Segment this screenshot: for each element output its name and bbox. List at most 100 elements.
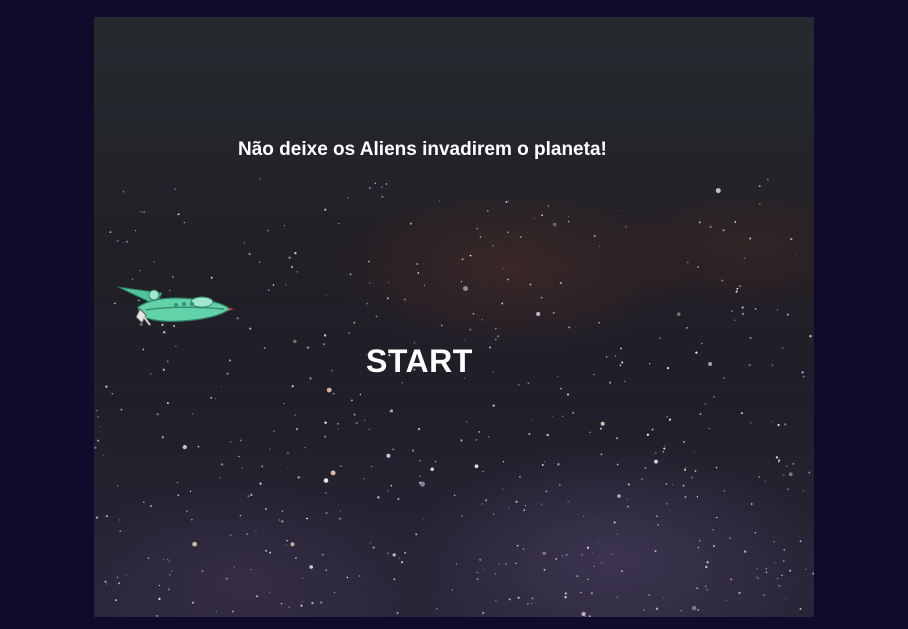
star xyxy=(158,597,161,601)
star xyxy=(663,597,665,599)
star xyxy=(805,568,807,570)
star xyxy=(167,588,170,591)
star xyxy=(694,470,697,472)
star xyxy=(522,548,525,550)
star xyxy=(401,382,403,384)
star xyxy=(323,478,329,483)
star xyxy=(531,602,533,604)
star xyxy=(363,477,366,480)
star xyxy=(801,371,804,374)
star xyxy=(374,182,377,185)
star xyxy=(243,242,245,244)
star xyxy=(304,446,306,449)
game-canvas[interactable]: Não deixe os Aliens invadirem o planeta!… xyxy=(94,17,814,617)
star xyxy=(337,423,339,425)
star xyxy=(621,361,624,364)
star xyxy=(177,494,180,497)
star xyxy=(347,197,349,199)
star xyxy=(557,375,559,378)
star xyxy=(567,216,569,218)
star xyxy=(291,385,294,388)
star xyxy=(517,384,520,386)
star xyxy=(167,558,169,560)
star xyxy=(616,533,619,536)
star xyxy=(469,254,472,257)
star xyxy=(651,428,654,431)
star xyxy=(288,606,290,608)
star xyxy=(533,217,535,219)
star xyxy=(149,504,153,508)
star xyxy=(297,476,300,479)
star xyxy=(255,530,257,532)
star xyxy=(620,347,622,350)
star xyxy=(109,231,112,233)
star xyxy=(725,599,727,601)
star xyxy=(479,236,482,238)
star xyxy=(246,533,248,535)
star xyxy=(191,601,195,604)
star xyxy=(116,239,119,242)
star xyxy=(387,490,389,492)
star xyxy=(142,348,145,351)
star xyxy=(349,273,352,276)
star xyxy=(540,503,543,505)
star xyxy=(736,287,739,290)
star xyxy=(105,583,108,585)
star xyxy=(495,600,497,602)
star xyxy=(696,496,699,498)
star xyxy=(611,553,613,555)
star xyxy=(531,597,534,600)
star xyxy=(430,467,434,471)
star xyxy=(116,576,118,578)
star xyxy=(519,236,522,238)
star xyxy=(686,327,688,329)
star xyxy=(293,339,297,344)
star xyxy=(758,185,761,188)
star xyxy=(782,474,785,476)
star xyxy=(166,402,169,404)
star xyxy=(756,567,758,570)
star xyxy=(792,463,795,465)
star xyxy=(568,326,571,329)
star xyxy=(301,577,304,579)
star xyxy=(597,519,599,521)
star xyxy=(385,183,388,185)
star xyxy=(731,310,733,312)
star xyxy=(683,468,687,472)
star xyxy=(584,616,587,617)
star xyxy=(740,412,743,415)
star xyxy=(333,392,335,395)
star xyxy=(505,200,508,204)
star xyxy=(460,280,463,283)
star xyxy=(721,279,724,282)
star xyxy=(259,177,261,180)
star xyxy=(705,565,708,569)
star xyxy=(482,470,484,473)
star xyxy=(706,588,708,591)
star xyxy=(566,393,570,396)
star xyxy=(759,203,761,205)
star xyxy=(716,516,718,519)
star xyxy=(598,321,601,324)
star xyxy=(492,244,494,247)
star xyxy=(479,558,482,561)
star xyxy=(239,439,242,442)
star xyxy=(290,265,293,268)
star xyxy=(453,494,456,496)
star xyxy=(481,318,483,321)
star xyxy=(749,336,752,340)
start-button[interactable]: START xyxy=(366,343,473,380)
star xyxy=(369,282,371,284)
star xyxy=(117,485,119,487)
star xyxy=(754,532,757,534)
star xyxy=(143,501,145,503)
star xyxy=(387,552,389,554)
star xyxy=(497,335,500,338)
star xyxy=(708,361,713,367)
star xyxy=(268,591,270,593)
star xyxy=(355,421,358,425)
star xyxy=(476,227,479,230)
star xyxy=(627,505,629,508)
star xyxy=(704,585,707,588)
star xyxy=(765,568,768,570)
